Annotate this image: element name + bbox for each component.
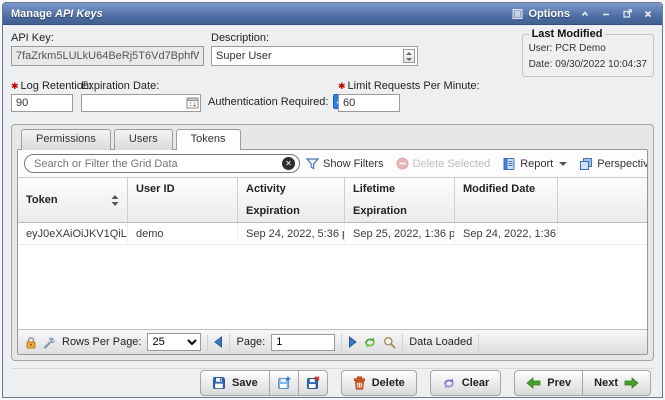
action-bar: Save Delete Clear Prev xyxy=(11,368,654,397)
chevron-down-icon xyxy=(559,162,567,166)
log-retention-input[interactable] xyxy=(11,94,73,112)
grid-toolbar: ✕ Show Filters Delete Selected Report xyxy=(18,150,647,177)
prev-button[interactable]: Prev xyxy=(514,370,583,396)
description-field: Description: xyxy=(211,32,418,66)
refresh-icon[interactable] xyxy=(363,336,377,349)
delete-selected-button[interactable]: Delete Selected xyxy=(396,157,491,170)
perspectives-button[interactable]: Perspectives xyxy=(579,157,648,171)
limit-rpm-input[interactable] xyxy=(338,94,400,112)
cell-activity-expiration: Sep 24, 2022, 5:36 pm xyxy=(238,223,345,244)
expiration-date-label: Expiration Date: xyxy=(81,80,201,92)
required-icon: ✱ xyxy=(338,81,346,91)
tab-permissions[interactable]: Permissions xyxy=(21,129,111,150)
expiration-date-input[interactable] xyxy=(81,94,201,112)
next-button[interactable]: Next xyxy=(582,370,651,396)
save-and-new-button[interactable] xyxy=(269,370,299,396)
save-and-close-button[interactable] xyxy=(298,370,328,396)
clear-search-icon[interactable]: ✕ xyxy=(282,157,295,170)
arrow-left-icon xyxy=(526,377,541,389)
limit-rpm-field: ✱Limit Requests Per Minute: xyxy=(338,80,480,112)
grid-header: Token User ID Activity Expiration Lifeti… xyxy=(18,177,647,223)
save-close-icon xyxy=(306,376,320,390)
last-modified-user: User: PCR Demo xyxy=(529,41,647,57)
clear-button[interactable]: Clear xyxy=(430,370,502,396)
clear-refresh-icon xyxy=(442,377,456,390)
column-header-modified-date[interactable]: Modified Date xyxy=(455,178,558,222)
save-button-group: Save xyxy=(200,370,328,396)
show-filters-button[interactable]: Show Filters xyxy=(306,158,384,170)
arrow-right-icon xyxy=(624,377,639,389)
status-text: Data Loaded xyxy=(409,336,472,348)
magnifier-icon[interactable] xyxy=(383,336,396,349)
delete-selected-icon xyxy=(396,157,409,170)
options-icon xyxy=(512,8,524,20)
popout-icon[interactable] xyxy=(621,8,633,20)
wrench-icon[interactable] xyxy=(43,336,56,349)
expand-textarea-icon[interactable] xyxy=(403,49,415,63)
api-key-form: API Key: Description: Last Modified User… xyxy=(11,30,654,124)
rows-per-page-select[interactable]: 25 xyxy=(147,333,201,351)
column-header-user-id[interactable]: User ID xyxy=(128,178,238,222)
report-icon xyxy=(502,157,516,171)
report-button[interactable]: Report xyxy=(502,157,567,171)
save-plus-icon xyxy=(277,376,291,390)
description-label: Description: xyxy=(211,32,418,44)
auth-required-label: Authentication Required: xyxy=(208,96,328,108)
collapse-icon[interactable] xyxy=(579,8,591,20)
cell-lifetime-expiration: Sep 25, 2022, 1:36 pm xyxy=(345,223,455,244)
column-header-lifetime-expiration[interactable]: Lifetime Expiration xyxy=(345,178,455,222)
prev-page-icon[interactable] xyxy=(214,336,223,348)
sort-icon xyxy=(111,195,119,206)
grid-footer: Rows Per Page: 25 Page: xyxy=(18,329,647,354)
api-key-input[interactable] xyxy=(11,46,204,66)
options-button[interactable]: Options xyxy=(512,8,570,20)
minimize-icon[interactable] xyxy=(600,8,612,20)
filter-funnel-icon xyxy=(306,158,319,170)
column-header-empty xyxy=(558,178,647,222)
last-modified-date: Date: 09/30/2022 10:04:37 xyxy=(529,57,647,73)
limit-rpm-label: Limit Requests Per Minute: xyxy=(348,80,480,92)
prev-next-group: Prev Next xyxy=(514,370,651,396)
titlebar: Manage API Keys Options xyxy=(3,3,662,25)
page-label: Page: xyxy=(236,336,265,348)
auth-required-field: Authentication Required: xyxy=(208,94,348,109)
log-retention-field: ✱Log Retention: xyxy=(11,80,92,112)
api-key-label: API Key: xyxy=(11,32,204,44)
tab-panel: Permissions Users Tokens ✕ Show Filters xyxy=(11,124,654,361)
expiration-date-field: Expiration Date: xyxy=(81,80,201,112)
next-page-icon[interactable] xyxy=(348,336,357,348)
close-icon[interactable] xyxy=(642,8,654,20)
column-header-token[interactable]: Token xyxy=(18,178,128,222)
trash-icon xyxy=(353,376,366,390)
delete-button[interactable]: Delete xyxy=(341,370,417,396)
api-key-field: API Key: xyxy=(11,32,204,66)
save-icon xyxy=(212,376,226,390)
cell-user-id: demo xyxy=(128,223,238,244)
tokens-grid: ✕ Show Filters Delete Selected Report xyxy=(17,149,648,355)
rows-per-page-label: Rows Per Page: xyxy=(62,336,141,348)
last-modified-panel: Last Modified User: PCR Demo Date: 09/30… xyxy=(522,28,654,77)
cell-token: eyJ0eXAiOiJKV1QiLCJ... xyxy=(18,223,128,244)
cell-modified-date: Sep 24, 2022, 1:36 pm xyxy=(455,223,558,244)
page-input[interactable] xyxy=(271,334,335,351)
tab-tokens[interactable]: Tokens xyxy=(176,129,241,150)
required-icon: ✱ xyxy=(11,81,19,91)
perspectives-icon xyxy=(579,157,593,171)
tab-users[interactable]: Users xyxy=(114,129,173,150)
tab-strip: Permissions Users Tokens xyxy=(21,129,648,150)
table-row[interactable]: eyJ0eXAiOiJKV1QiLCJ... demo Sep 24, 2022… xyxy=(18,223,647,245)
grid-body: eyJ0eXAiOiJKV1QiLCJ... demo Sep 24, 2022… xyxy=(18,223,647,329)
search-input[interactable] xyxy=(24,154,300,173)
column-header-activity-expiration[interactable]: Activity Expiration xyxy=(238,178,345,222)
save-button[interactable]: Save xyxy=(200,370,270,396)
description-input[interactable] xyxy=(211,46,418,66)
last-modified-legend: Last Modified xyxy=(529,28,606,40)
manage-api-keys-window: Manage API Keys Options API Key: xyxy=(2,2,663,398)
calendar-icon[interactable] xyxy=(186,96,199,112)
window-title: Manage API Keys xyxy=(11,8,103,20)
lock-icon[interactable] xyxy=(25,336,37,349)
